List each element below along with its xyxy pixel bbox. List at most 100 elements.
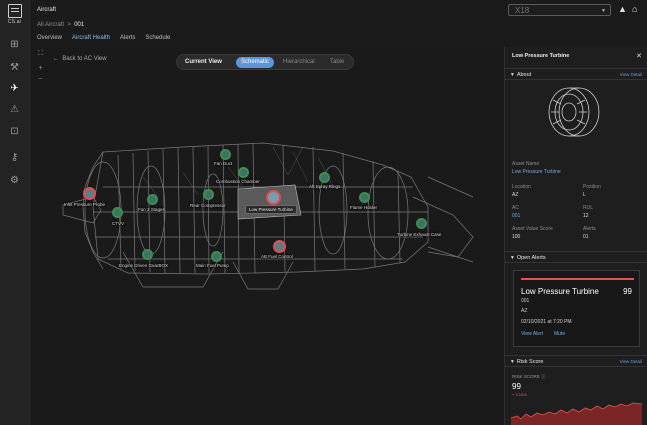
app-title: Aircraft	[37, 6, 57, 13]
part-label-low-pressure-turbine[interactable]: Low Pressure Turbine	[245, 205, 297, 214]
asset-name-field: Asset Name Low Pressure Turbine	[512, 161, 561, 175]
alerts-key: Alerts	[583, 226, 596, 232]
tab-bar: Overview Aircraft Health Alerts Schedule	[37, 35, 170, 41]
settings-icon[interactable]: ⚙	[0, 172, 29, 188]
chevron-down-icon: ▾	[511, 255, 514, 261]
part-label-ctvv[interactable]: CTVV	[112, 221, 124, 226]
part-label-fan-duct[interactable]: Fan Duct	[214, 161, 232, 166]
about-section-header[interactable]: ▾ About View Detail	[505, 68, 647, 80]
mute-link[interactable]: Mute	[554, 331, 565, 337]
panel-title: Low Pressure Turbine	[512, 53, 570, 59]
location-value: AZ	[512, 192, 519, 198]
position-value: L	[583, 192, 586, 198]
part-label-ab-fuel-control[interactable]: AB Fuel Control	[261, 254, 293, 259]
open-alerts-label: Open Alerts	[516, 255, 546, 261]
position-key: Position	[583, 184, 601, 190]
part-node-combustion-chamber[interactable]	[238, 167, 249, 178]
brand-name: CS.ai	[7, 19, 22, 25]
part-node-aft-spray-rings[interactable]	[319, 172, 330, 183]
part-node-main-fuel-pump[interactable]	[211, 251, 222, 262]
part-node-engine-driven-gearbox[interactable]	[142, 249, 153, 260]
left-rail: CS.ai ⊞ ⚒ ✈ ⚠ ⊡ ⚷ ⚙	[0, 0, 30, 425]
part-node-fan-duct[interactable]	[220, 149, 231, 160]
part-label-fan-3-stages[interactable]: Fan 3 Stages	[138, 207, 165, 212]
turbine-thumbnail-image	[548, 87, 600, 137]
location-field: Location AZ	[512, 184, 531, 198]
asset-value-value: 100	[512, 234, 521, 240]
breadcrumb-current: 001	[74, 22, 85, 28]
part-node-turbine-exhaust-case[interactable]	[416, 218, 427, 229]
chevron-down-icon: ▾	[511, 359, 514, 365]
breadcrumb-root[interactable]: All Aircraft	[37, 22, 64, 28]
tools-icon[interactable]: ⚒	[0, 59, 29, 75]
app-root: CS.ai ⊞ ⚒ ✈ ⚠ ⊡ ⚷ ⚙ Aircraft X18 ▼ ▲ ⌂ A…	[0, 0, 647, 425]
position-field: Position L	[583, 184, 601, 198]
risk-score-sparkline	[511, 402, 642, 425]
part-node-low-pressure-turbine[interactable]	[266, 190, 281, 205]
risk-score-key-text: RISK SCORE	[512, 374, 540, 379]
rul-key: RUL	[583, 205, 594, 211]
warning-icon[interactable]: ⚠	[0, 101, 29, 117]
ac-field: AC 001	[512, 205, 520, 219]
aircraft-selector[interactable]: X18 ▼	[508, 4, 611, 16]
ac-value[interactable]: 001	[512, 213, 520, 219]
logo-icon	[7, 4, 22, 18]
alert-card[interactable]: Low Pressure Turbine 99 001 AZ 02/10/202…	[513, 270, 640, 347]
info-icon[interactable]: ⓘ	[541, 374, 546, 379]
close-icon[interactable]: ✕	[636, 52, 642, 60]
breadcrumb: All Aircraft > 001	[37, 22, 84, 28]
tab-schedule[interactable]: Schedule	[145, 35, 170, 41]
view-alert-link[interactable]: View Alert	[521, 331, 543, 337]
alert-title: Low Pressure Turbine	[521, 287, 599, 296]
part-label-turbine-exhaust-case[interactable]: Turbine Exhaust Case	[397, 232, 441, 237]
part-label-main-fuel-pump[interactable]: Main Fuel Pump	[196, 263, 229, 268]
tab-overview[interactable]: Overview	[37, 35, 62, 41]
alert-triangle-icon[interactable]: ▲	[618, 4, 627, 14]
part-node-flame-holder[interactable]	[359, 192, 370, 203]
about-view-detail-link[interactable]: View Detail	[620, 72, 642, 77]
tab-aircraft-health[interactable]: Aircraft Health	[72, 35, 110, 41]
risk-score-delta: + 3.18%	[512, 392, 527, 397]
airplane-icon[interactable]: ✈	[0, 80, 29, 96]
chevron-down-icon: ▾	[511, 72, 514, 78]
part-node-inlet-pressure-probe[interactable]	[83, 187, 96, 200]
wrench-icon[interactable]: ⚷	[0, 149, 29, 165]
grid-icon[interactable]: ⊞	[0, 36, 29, 52]
asset-name-key: Asset Name	[512, 161, 540, 167]
schematic-canvas[interactable]: ⛶ + − ← Back to AC View Current View Sch…	[33, 47, 504, 425]
briefcase-icon[interactable]: ⊡	[0, 123, 29, 139]
alert-location: AZ	[521, 308, 528, 314]
brand-logo[interactable]: CS.ai	[6, 4, 23, 28]
part-label-combustion-chamber[interactable]: Combustion Chamber	[216, 179, 260, 184]
part-node-ab-fuel-control[interactable]	[273, 240, 286, 253]
risk-score-key: RISK SCORE ⓘ	[512, 374, 546, 380]
asset-name-value[interactable]: Low Pressure Turbine	[512, 169, 561, 175]
alert-datetime: 02/10/2021 at 7:20 PM	[521, 319, 572, 325]
tab-alerts[interactable]: Alerts	[120, 35, 135, 41]
alert-ac: 001	[521, 298, 530, 304]
about-label: About	[516, 72, 532, 78]
alerts-field: Alerts 01	[583, 226, 596, 240]
detail-panel: Low Pressure Turbine ✕ ▾ About View Deta…	[504, 47, 647, 425]
home-icon[interactable]: ⌂	[632, 4, 637, 14]
part-node-fan-3-stages[interactable]	[147, 194, 158, 205]
open-alerts-section-header[interactable]: ▾ Open Alerts	[505, 251, 647, 263]
part-node-ctvv[interactable]	[112, 207, 123, 218]
selector-value: X18	[515, 6, 530, 15]
ac-key: AC	[512, 205, 519, 211]
risk-score-section-header[interactable]: ▾ Risk Score View Detail	[505, 355, 647, 367]
risk-score-value: 99	[512, 382, 521, 391]
part-label-flame-holder[interactable]: Flame Holder	[350, 205, 377, 210]
risk-score-label: Risk Score	[516, 359, 544, 365]
alert-score: 99	[623, 287, 632, 296]
part-label-rear-compressor[interactable]: Rear Compressor	[190, 203, 226, 208]
risk-view-detail-link[interactable]: View Detail	[620, 359, 642, 364]
part-label-inlet-pressure-probe[interactable]: Inlet Pressure Probe	[64, 202, 105, 207]
part-label-aft-spray-rings[interactable]: Aft Spray Rings	[309, 184, 340, 189]
asset-value-field: Asset Value Score 100	[512, 226, 553, 240]
part-label-engine-driven-gearbox[interactable]: Engine Driven GearBOX	[119, 263, 168, 268]
chevron-down-icon: ▼	[601, 8, 606, 14]
part-node-rear-compressor[interactable]	[203, 189, 214, 200]
rul-value: 12	[583, 213, 589, 219]
alert-severity-bar	[521, 278, 634, 280]
